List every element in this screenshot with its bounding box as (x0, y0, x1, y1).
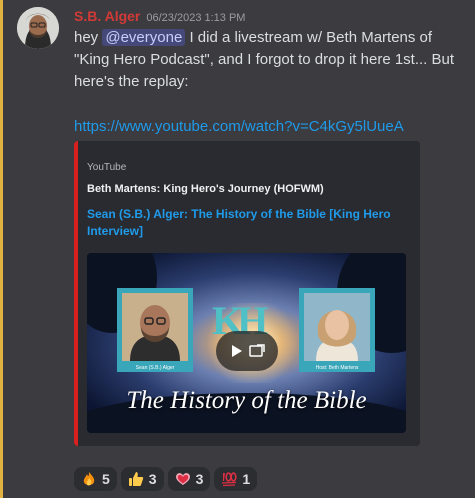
host-portrait-frame: Host: Beth Martens (299, 288, 375, 372)
reaction-thumbs-up[interactable]: 3 (120, 467, 164, 491)
guest-portrait-frame: Sean (S.B.) Alger (117, 288, 193, 372)
reaction-count: 5 (102, 471, 110, 487)
thumbnail-title: The History of the Bible (126, 387, 367, 414)
embed-author[interactable]: Beth Martens: King Hero's Journey (HOFWM… (87, 183, 407, 195)
host-caption: Host: Beth Martens (315, 365, 359, 371)
reaction-fire[interactable]: 5 (74, 467, 117, 491)
guest-portrait (122, 293, 188, 361)
mention-highlight-bar (0, 0, 3, 498)
reaction-heart[interactable]: 3 (167, 467, 211, 491)
username[interactable]: S.B. Alger (74, 8, 140, 24)
reaction-count: 3 (148, 471, 157, 487)
video-thumbnail[interactable]: Sean (S.B.) Alger Host: Beth Martens KH (87, 253, 406, 433)
embed-provider[interactable]: YouTube (87, 162, 126, 173)
reaction-hundred[interactable]: 1 (214, 467, 258, 491)
reaction-count: 1 (242, 471, 251, 487)
message-text-start: hey (74, 29, 103, 46)
host-portrait (304, 293, 370, 361)
link-embed: YouTube Beth Martens: King Hero's Journe… (74, 141, 420, 446)
embed-title[interactable]: Sean (S.B.) Alger: The History of the Bi… (87, 206, 407, 240)
fire-icon (83, 472, 95, 486)
thumbs-up-icon (128, 472, 143, 486)
embed-accent-bar (74, 141, 78, 446)
youtube-link[interactable]: https://www.youtube.com/watch?v=C4kGy5lU… (74, 116, 404, 138)
message-content: hey @everyone I did a livestream w/ Beth… (74, 27, 469, 93)
hundred-points-icon (222, 472, 237, 487)
open-external-icon (249, 344, 265, 357)
message-item: S.B. Alger 06/23/2023 1:13 PM hey @every… (0, 0, 475, 498)
avatar[interactable] (17, 7, 59, 49)
play-icon (232, 345, 242, 357)
play-button[interactable] (216, 331, 278, 371)
reaction-count: 3 (195, 471, 204, 487)
timestamp: 06/23/2023 1:13 PM (146, 12, 246, 24)
heart-icon (175, 473, 190, 485)
reactions-bar: 5 3 3 1 (74, 467, 258, 491)
guest-caption: Sean (S.B.) Alger (135, 365, 175, 371)
message-header: S.B. Alger 06/23/2023 1:13 PM (74, 8, 245, 28)
everyone-mention[interactable]: @everyone (102, 29, 186, 46)
